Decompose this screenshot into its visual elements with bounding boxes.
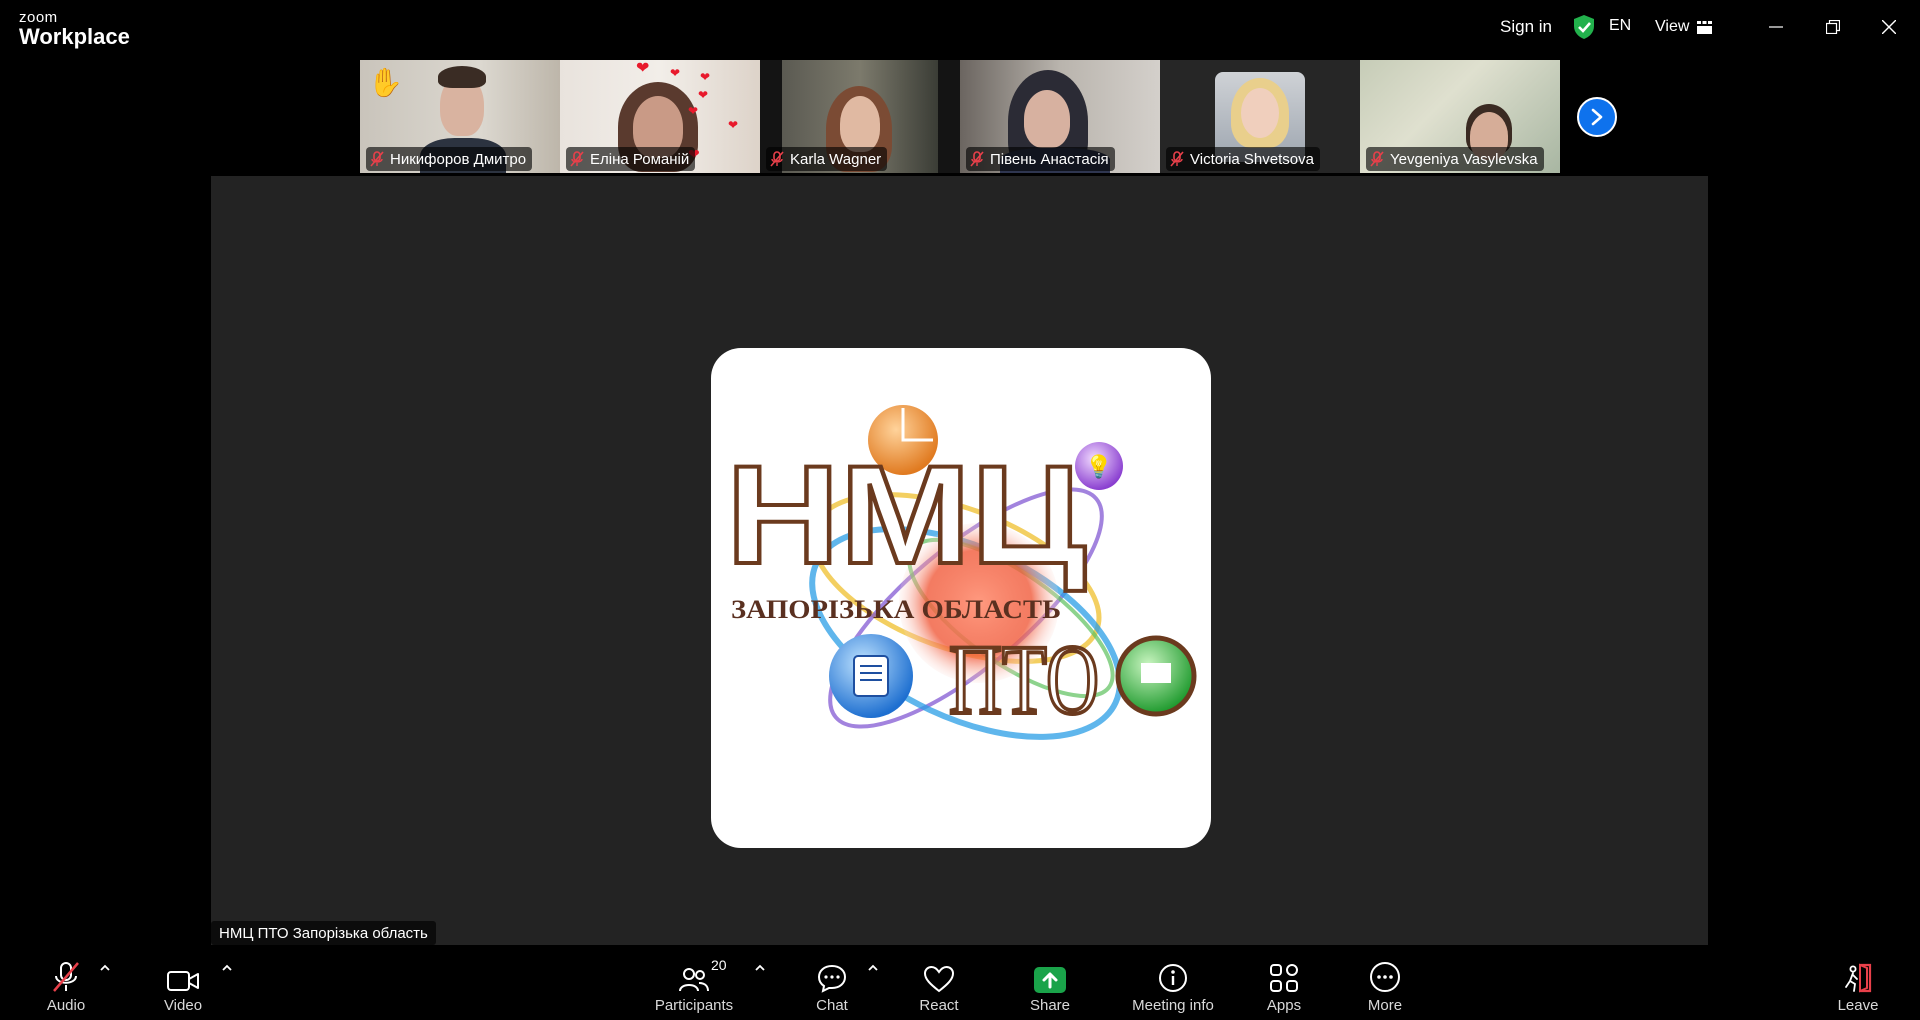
language-indicator[interactable]: EN bbox=[1609, 17, 1631, 35]
heart-icon bbox=[923, 965, 955, 993]
participant-name-tag: Victoria Shvetsova bbox=[1166, 147, 1320, 171]
more-button[interactable]: More bbox=[1365, 945, 1405, 1020]
participant-tile[interactable]: Karla Wagner bbox=[760, 60, 960, 173]
close-button[interactable] bbox=[1874, 12, 1904, 42]
restore-icon bbox=[1826, 20, 1840, 34]
restore-button[interactable] bbox=[1818, 12, 1848, 42]
video-camera-icon bbox=[167, 971, 199, 991]
logo-text-main: НМЦ bbox=[726, 436, 1086, 593]
participant-tile[interactable]: Yevgeniya Vasylevska bbox=[1360, 60, 1560, 173]
participant-tile[interactable]: ❤ ❤ ❤ ❤ ❤ ❤ ❤ Еліна Романій bbox=[560, 60, 760, 173]
logo-graphic: 💡 НМЦ ЗАПОРІЗЬКА ОБЛАСТЬ ПТО bbox=[724, 405, 1197, 740]
mic-muted-icon bbox=[770, 151, 784, 167]
close-icon bbox=[1882, 20, 1896, 34]
apps-label: Apps bbox=[1266, 997, 1302, 1014]
grid-view-icon bbox=[1697, 20, 1713, 34]
brand-small: zoom bbox=[19, 9, 58, 26]
meeting-info-label: Meeting info bbox=[1132, 997, 1214, 1014]
participant-name-tag: Никифоров Дмитро bbox=[366, 147, 533, 171]
mic-muted-icon bbox=[1170, 151, 1184, 167]
participant-name-tag: Еліна Романій bbox=[566, 147, 696, 171]
minimize-icon bbox=[1769, 26, 1783, 28]
participants-icon bbox=[679, 968, 709, 992]
view-button[interactable]: View bbox=[1655, 15, 1713, 39]
mic-muted-icon bbox=[570, 151, 584, 167]
app-logo: zoom Workplace bbox=[19, 10, 130, 48]
more-options-icon bbox=[1370, 962, 1400, 992]
participant-tile[interactable]: ✋ Никифоров Дмитро bbox=[360, 60, 560, 173]
audio-options-caret-icon[interactable] bbox=[98, 963, 112, 973]
participant-name: Півень Анастасія bbox=[990, 150, 1109, 168]
leave-button[interactable]: Leave bbox=[1836, 945, 1880, 1020]
minimize-button[interactable] bbox=[1761, 12, 1791, 42]
participant-strip: ✋ Никифоров Дмитро ❤ ❤ ❤ ❤ ❤ ❤ ❤ Еліна Р… bbox=[360, 60, 1560, 173]
participant-name: Никифоров Дмитро bbox=[390, 150, 527, 168]
view-label: View bbox=[1655, 18, 1690, 35]
mic-muted-icon bbox=[970, 151, 984, 167]
leave-label: Leave bbox=[1837, 997, 1879, 1014]
participant-name: Victoria Shvetsova bbox=[1190, 150, 1314, 168]
raised-hand-icon: ✋ bbox=[368, 67, 403, 98]
mic-muted-icon bbox=[370, 151, 384, 167]
video-label: Video bbox=[163, 997, 203, 1014]
chat-bubble-icon bbox=[817, 964, 847, 993]
organization-logo: 💡 НМЦ ЗАПОРІЗЬКА ОБЛАСТЬ ПТО bbox=[711, 348, 1211, 848]
participants-count: 20 bbox=[711, 957, 727, 973]
title-bar: zoom Workplace Sign in EN View bbox=[0, 0, 1920, 56]
react-button[interactable]: React bbox=[918, 945, 960, 1020]
share-button[interactable]: Share bbox=[1028, 945, 1072, 1020]
participant-name: Еліна Романій bbox=[590, 150, 690, 168]
mic-muted-icon bbox=[1370, 151, 1384, 167]
main-video-stage: 💡 НМЦ ЗАПОРІЗЬКА ОБЛАСТЬ ПТО НМЦ ПТО Зап… bbox=[211, 176, 1708, 945]
chat-label: Chat bbox=[816, 997, 848, 1014]
video-button[interactable]: Video bbox=[155, 945, 211, 1020]
participants-options-caret-icon[interactable] bbox=[753, 963, 767, 973]
leave-door-icon bbox=[1845, 963, 1872, 993]
info-icon bbox=[1159, 964, 1187, 992]
participant-name-tag: Півень Анастасія bbox=[966, 147, 1115, 171]
chevron-right-icon bbox=[1591, 108, 1603, 126]
speaker-name-label: НМЦ ПТО Запорізька область bbox=[211, 921, 436, 945]
participant-tile[interactable]: Півень Анастасія bbox=[960, 60, 1160, 173]
participant-tile[interactable]: Victoria Shvetsova bbox=[1160, 60, 1360, 173]
shield-icon[interactable] bbox=[1572, 14, 1596, 40]
share-label: Share bbox=[1029, 997, 1071, 1014]
participant-name-tag: Yevgeniya Vasylevska bbox=[1366, 147, 1544, 171]
chat-options-caret-icon[interactable] bbox=[866, 963, 880, 973]
meeting-toolbar: Audio Video 20 Participants Chat React S… bbox=[0, 945, 1920, 1020]
brand-big: Workplace bbox=[19, 24, 130, 49]
participant-name: Karla Wagner bbox=[790, 150, 882, 168]
participant-name: Yevgeniya Vasylevska bbox=[1390, 150, 1538, 168]
audio-button[interactable]: Audio bbox=[38, 945, 94, 1020]
apps-icon bbox=[1270, 964, 1298, 992]
apps-button[interactable]: Apps bbox=[1264, 945, 1304, 1020]
mic-muted-icon bbox=[53, 962, 79, 992]
svg-text:💡: 💡 bbox=[1085, 454, 1112, 480]
participants-label: Participants bbox=[654, 997, 734, 1014]
logo-text-region: ЗАПОРІЗЬКА ОБЛАСТЬ bbox=[731, 595, 1061, 624]
chat-button[interactable]: Chat bbox=[812, 945, 852, 1020]
participants-button[interactable]: 20 Participants bbox=[648, 945, 740, 1020]
next-page-button[interactable] bbox=[1577, 97, 1617, 137]
audio-label: Audio bbox=[46, 997, 86, 1014]
sign-in-button[interactable]: Sign in bbox=[1500, 17, 1552, 37]
video-options-caret-icon[interactable] bbox=[220, 963, 234, 973]
react-label: React bbox=[919, 997, 959, 1014]
meeting-info-button[interactable]: Meeting info bbox=[1126, 945, 1220, 1020]
participant-name-tag: Karla Wagner bbox=[766, 147, 888, 171]
logo-text-sub: ПТО bbox=[949, 624, 1099, 735]
share-screen-icon bbox=[1034, 967, 1066, 993]
more-label: More bbox=[1367, 997, 1403, 1014]
